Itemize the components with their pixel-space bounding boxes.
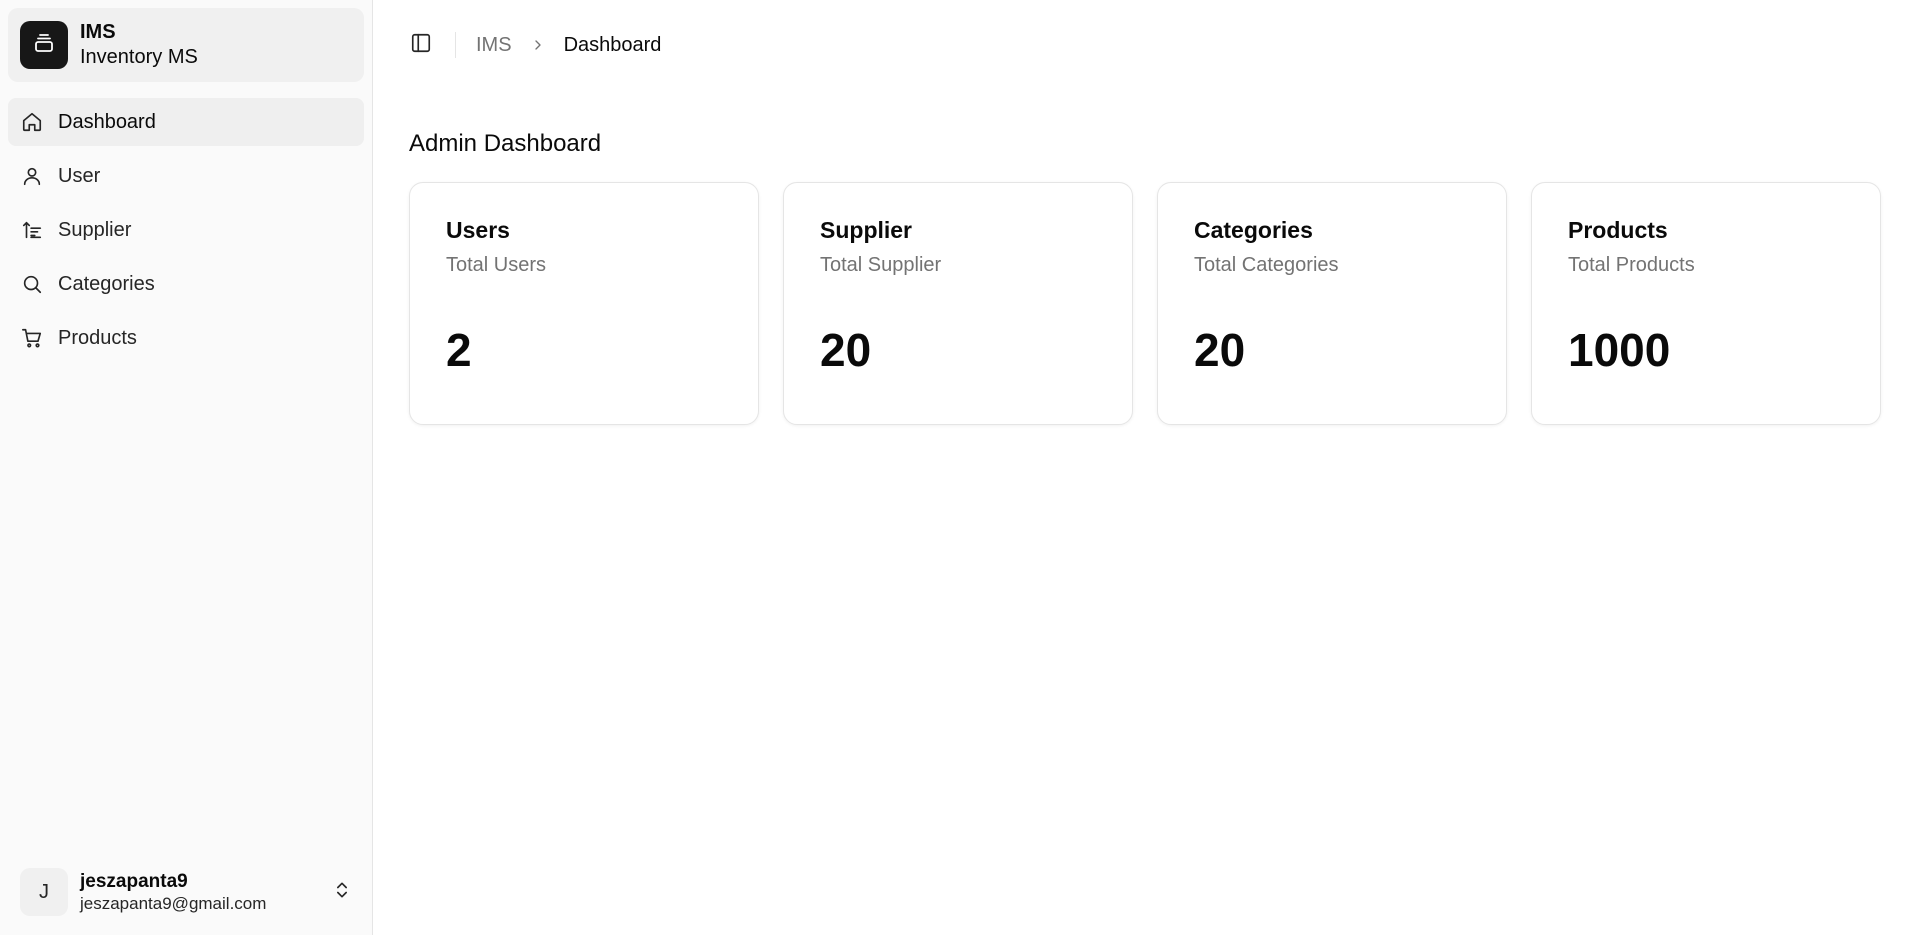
stat-card-categories: Categories Total Categories 20 [1157,182,1507,425]
sidebar-item-products[interactable]: Products [8,314,364,362]
avatar: J [20,868,68,916]
user-menu[interactable]: J jeszapanta9 jeszapanta9@gmail.com [8,857,364,927]
user-icon [20,164,44,188]
app: IMS Inventory MS Dashboard User Supplier… [0,0,1909,935]
sidebar-item-label: Products [58,326,137,349]
sidebar-item-user[interactable]: User [8,152,364,200]
card-title: Supplier [820,217,913,243]
brand-subtitle: Inventory MS [80,46,198,68]
chevron-right-icon [530,37,546,53]
stat-card-users: Users Total Users 2 [409,182,759,425]
sidebar: IMS Inventory MS Dashboard User Supplier… [0,0,373,935]
card-title: Products [1568,217,1668,243]
home-icon [20,110,44,134]
topbar: IMS Dashboard [373,0,1909,90]
stat-cards: Users Total Users 2 Supplier Total Suppl… [409,182,1881,425]
user-name: jeszapanta9 [80,870,188,892]
chevrons-up-down-icon[interactable] [332,880,352,905]
sidebar-toggle-button[interactable] [401,25,441,65]
sidebar-item-categories[interactable]: Categories [8,260,364,308]
divider [455,32,456,58]
brand-title: IMS [80,21,116,43]
card-title: Categories [1194,217,1313,243]
main-area: IMS Dashboard Admin Dashboard Users Tota… [373,0,1909,935]
card-description: Total Supplier [820,254,942,276]
card-description: Total Products [1568,254,1695,276]
card-value: 20 [820,324,872,376]
breadcrumb: IMS Dashboard [476,34,661,57]
breadcrumb-current: Dashboard [563,33,662,56]
card-description: Total Users [446,254,547,276]
sort-icon [20,218,44,242]
cart-icon [20,326,44,350]
sidebar-nav: Dashboard User Supplier Categories Produ… [8,98,364,362]
dashboard-content: Admin Dashboard Users Total Users 2 Supp… [373,90,1909,425]
card-title: Users [446,217,510,243]
brand-switcher[interactable]: IMS Inventory MS [8,8,364,82]
sidebar-item-label: Supplier [58,218,132,241]
user-email: jeszapanta9@gmail.com [80,894,267,914]
sidebar-item-supplier[interactable]: Supplier [8,206,364,254]
sidebar-item-label: Categories [58,272,155,295]
stat-card-products: Products Total Products 1000 [1531,182,1881,425]
brand-logo [20,21,68,69]
card-value: 20 [1194,324,1246,376]
sidebar-item-dashboard[interactable]: Dashboard [8,98,364,146]
sidebar-item-label: User [58,164,101,187]
card-value: 2 [446,324,472,376]
card-description: Total Categories [1194,254,1339,276]
layers-icon [32,31,56,60]
sidebar-item-label: Dashboard [58,110,156,133]
panel-left-icon [410,32,432,59]
stat-card-supplier: Supplier Total Supplier 20 [783,182,1133,425]
breadcrumb-root-link[interactable]: IMS [476,34,512,57]
card-value: 1000 [1568,324,1671,376]
page-title: Admin Dashboard [409,130,602,157]
search-icon [20,272,44,296]
